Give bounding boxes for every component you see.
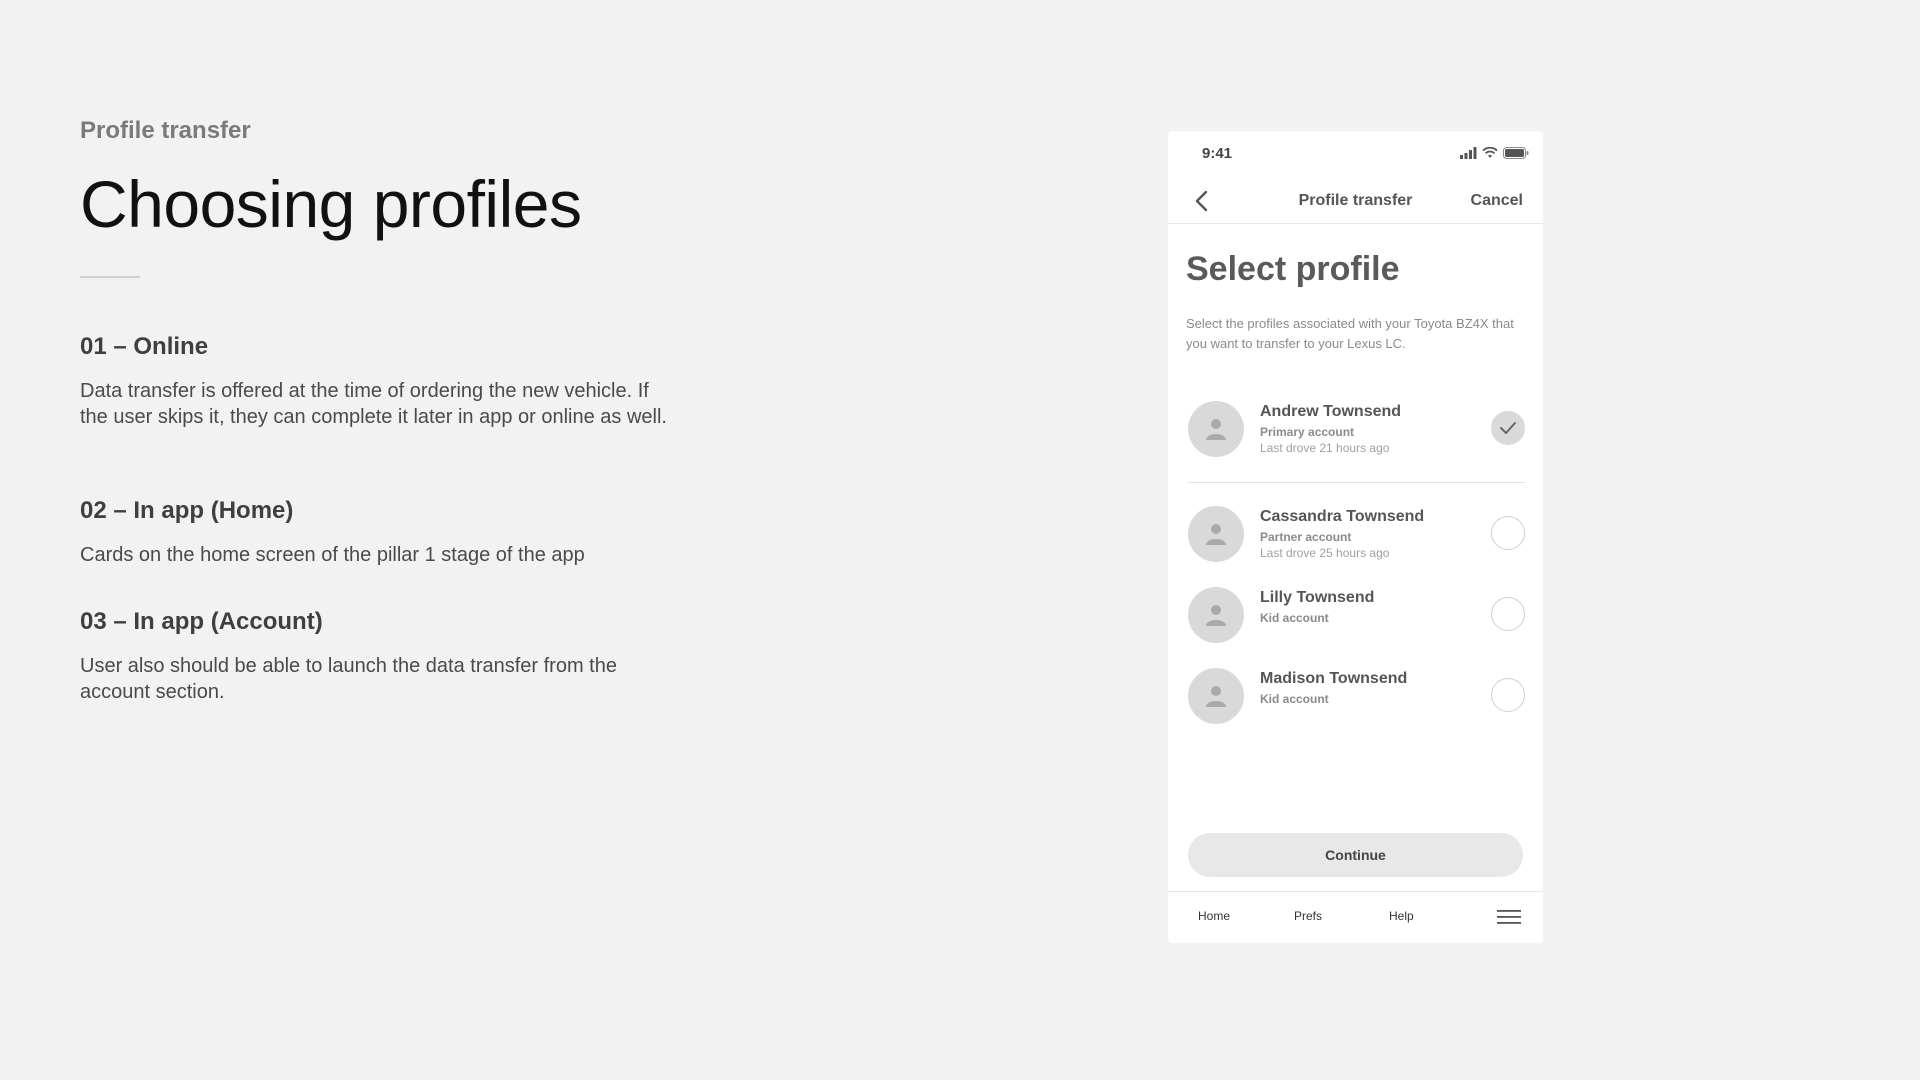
tab-prefs[interactable]: Prefs [1294,909,1322,923]
profile-type: Kid account [1260,611,1329,625]
profile-last-drove: Last drove 25 hours ago [1260,546,1390,560]
hamburger-menu-icon[interactable] [1497,908,1521,926]
nav-bar: Profile transfer Cancel [1168,179,1543,224]
profile-divider [1188,482,1525,483]
profile-name: Cassandra Townsend [1260,508,1425,525]
section-heading: 02 – In app (Home) [80,497,294,524]
profile-type: Partner account [1260,530,1352,544]
profile-row[interactable]: Andrew Townsend Primary account Last dro… [1188,401,1525,461]
screen-description: Select the profiles associated with your… [1186,316,1514,351]
status-icons [1459,147,1529,159]
section-in-app-account: 03 – In app (Account) User also should b… [80,608,670,705]
status-time: 9:41 [1202,145,1233,162]
profile-row[interactable]: Lilly Townsend Kid account [1188,587,1525,647]
section-heading: 03 – In app (Account) [80,608,323,635]
tab-help[interactable]: Help [1389,909,1414,923]
person-icon [1206,686,1226,707]
avatar [1188,587,1244,643]
profile-checkbox[interactable] [1491,516,1525,550]
avatar [1188,401,1244,457]
section-eyebrow: Profile transfer [80,117,251,144]
tab-home[interactable]: Home [1198,909,1230,923]
cancel-button[interactable]: Cancel [1471,192,1523,210]
avatar [1188,506,1244,562]
profile-name: Madison Townsend [1260,670,1408,687]
screen-heading: Select profile [1186,250,1400,288]
signal-icon [1460,147,1477,159]
profile-name: Andrew Townsend [1260,403,1402,420]
person-icon [1206,419,1226,440]
section-body: Data transfer is offered at the time of … [80,380,667,428]
profile-name: Lilly Townsend [1260,589,1375,606]
battery-icon [1503,147,1529,159]
section-heading: 01 – Online [80,333,209,360]
section-body: Cards on the home screen of the pillar 1… [80,544,585,566]
divider [80,276,140,278]
tab-bar: Home Prefs Help [1168,891,1543,943]
profile-last-drove: Last drove 21 hours ago [1260,441,1390,455]
phone-screen: 9:41 Profile transfer Cancel Select prof… [1168,131,1543,943]
avatar [1188,668,1244,724]
person-icon [1206,605,1226,626]
profile-row[interactable]: Cassandra Townsend Partner account Last … [1188,506,1525,566]
check-icon [1500,422,1516,434]
profile-checkbox[interactable] [1491,597,1525,631]
profile-row[interactable]: Madison Townsend Kid account [1188,668,1525,728]
section-in-app-home: 02 – In app (Home) Cards on the home scr… [80,497,670,568]
page-title: Choosing profiles [80,167,582,241]
profile-type: Kid account [1260,692,1329,706]
wifi-icon [1482,147,1498,158]
profile-type: Primary account [1260,425,1355,439]
profile-checkbox-selected[interactable] [1491,411,1525,445]
profile-checkbox[interactable] [1491,678,1525,712]
continue-button[interactable]: Continue [1188,833,1523,877]
person-icon [1206,524,1226,545]
section-online: 01 – Online Data transfer is offered at … [80,333,670,430]
status-bar: 9:41 [1202,145,1529,165]
section-body: User also should be able to launch the d… [80,655,617,703]
